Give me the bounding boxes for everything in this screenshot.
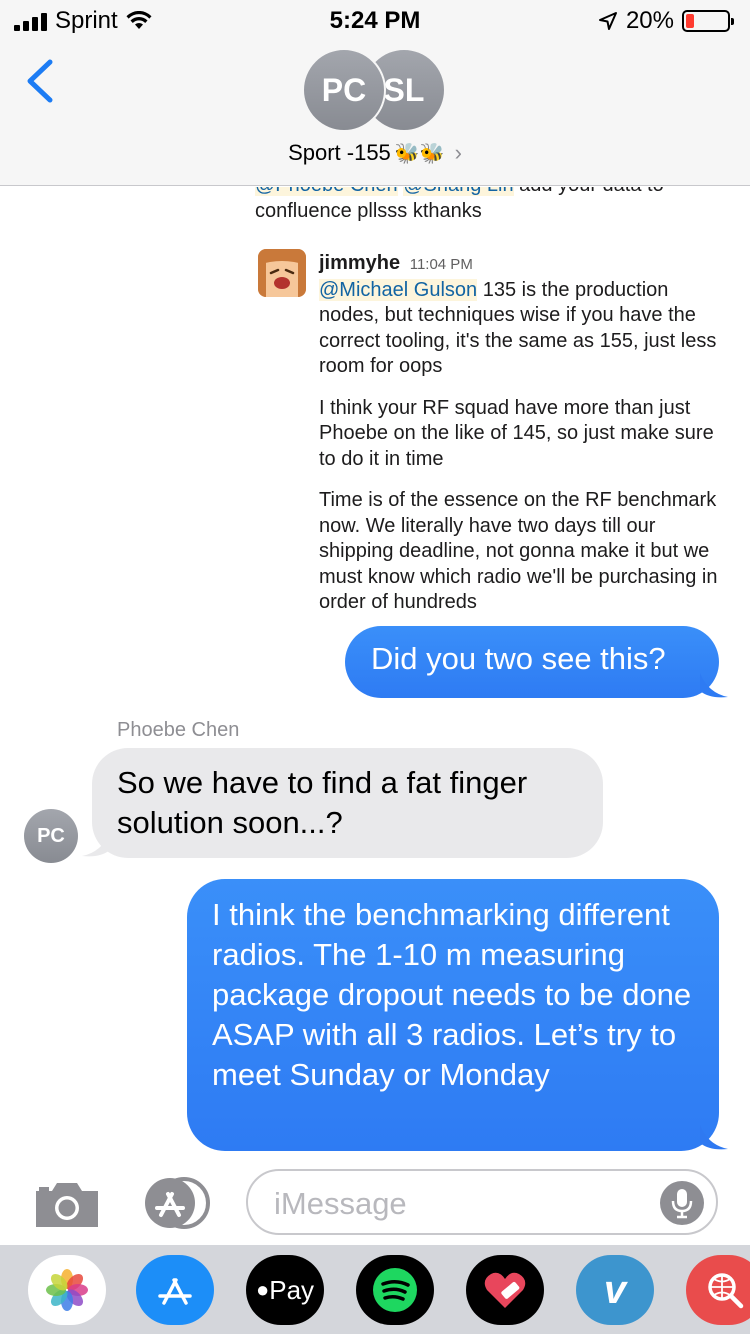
battery-fill	[686, 14, 694, 28]
conversation-name: Sport -155	[288, 140, 391, 165]
web-search-app-icon[interactable]	[686, 1255, 750, 1325]
message-placeholder: iMessage	[274, 1186, 407, 1221]
photos-flower-icon	[46, 1269, 88, 1311]
mention: @Phoebe Chen	[255, 187, 398, 196]
bee-emoji: 🐝🐝	[394, 142, 445, 165]
camera-icon[interactable]	[34, 1177, 100, 1229]
battery-percent: 20%	[625, 7, 674, 34]
location-arrow-icon	[598, 12, 617, 30]
apple-pay-app-icon[interactable]: ● Pay	[246, 1255, 324, 1325]
microphone-glyph-icon	[671, 1189, 693, 1219]
slack-avatar	[258, 249, 306, 297]
apple-pay-label: Pay	[269, 1274, 315, 1305]
conversation-title[interactable]: Sport -155 🐝🐝 ›	[0, 140, 750, 166]
venmo-label: v	[603, 1267, 627, 1312]
status-bar: Sprint 5:24 PM 20%	[0, 0, 750, 40]
outgoing-message[interactable]: Did you two see this?	[345, 626, 719, 698]
microphone-icon[interactable]	[660, 1181, 704, 1225]
message-text: I think your RF squad have more than jus…	[319, 396, 714, 470]
message-input[interactable]: iMessage	[246, 1169, 718, 1235]
spotify-app-icon[interactable]	[356, 1255, 434, 1325]
heart-app-icon[interactable]	[466, 1255, 544, 1325]
globe-search-icon	[708, 1273, 744, 1309]
bubble-tail	[82, 832, 110, 857]
sender-name: Phoebe Chen	[117, 719, 240, 741]
shared-image[interactable]: @Phoebe Chen @Shang Lin add your data to…	[255, 187, 725, 632]
incoming-message[interactable]: So we have to find a fat finger solution…	[92, 748, 603, 858]
back-chevron-icon[interactable]	[22, 58, 58, 104]
slack-message-top: @Phoebe Chen @Shang Lin add your data to…	[255, 187, 725, 224]
slack-message: jimmyhe 11:04 PM @Michael Gulson 135 is …	[255, 251, 725, 616]
slack-author: jimmyhe	[319, 252, 401, 274]
battery-icon	[682, 10, 734, 32]
message-text: So we have to find a fat finger solution…	[117, 765, 528, 840]
cartoon-avatar-icon	[258, 249, 306, 297]
photos-app-icon[interactable]	[28, 1255, 106, 1325]
slack-timestamp: 11:04 PM	[409, 256, 473, 273]
mention: @Michael Gulson	[319, 278, 478, 301]
app-store-icon[interactable]	[140, 1177, 212, 1229]
heart-icon	[484, 1272, 526, 1308]
outgoing-message[interactable]: I think the benchmarking different radio…	[187, 879, 719, 1151]
group-avatars[interactable]: PC SL	[302, 48, 448, 132]
venmo-app-icon[interactable]: v	[576, 1255, 654, 1325]
status-bar-right: 20%	[598, 7, 734, 35]
message-text: I think the benchmarking different radio…	[212, 897, 692, 1092]
bubble-tail	[700, 1125, 728, 1150]
avatar[interactable]: PC	[24, 809, 78, 863]
app-drawer: ● Pay v	[0, 1245, 750, 1334]
app-store-app-icon[interactable]	[136, 1255, 214, 1325]
apple-logo-icon: ●	[255, 1277, 270, 1302]
avatar: PC	[302, 48, 386, 132]
chevron-right-icon: ›	[454, 140, 462, 165]
compose-bar: iMessage	[0, 1155, 750, 1245]
message-text: Did you two see this?	[371, 641, 666, 676]
bubble-tail	[700, 673, 728, 698]
app-store-glyph-icon	[158, 1278, 192, 1305]
message-thread[interactable]: @Phoebe Chen @Shang Lin add your data to…	[0, 187, 750, 1155]
spotify-logo-icon	[373, 1268, 417, 1312]
mention: @Shang Lin	[403, 187, 514, 196]
message-text: Time is of the essence on the RF benchma…	[319, 489, 718, 613]
conversation-header: PC SL Sport -155 🐝🐝 ›	[0, 40, 750, 186]
